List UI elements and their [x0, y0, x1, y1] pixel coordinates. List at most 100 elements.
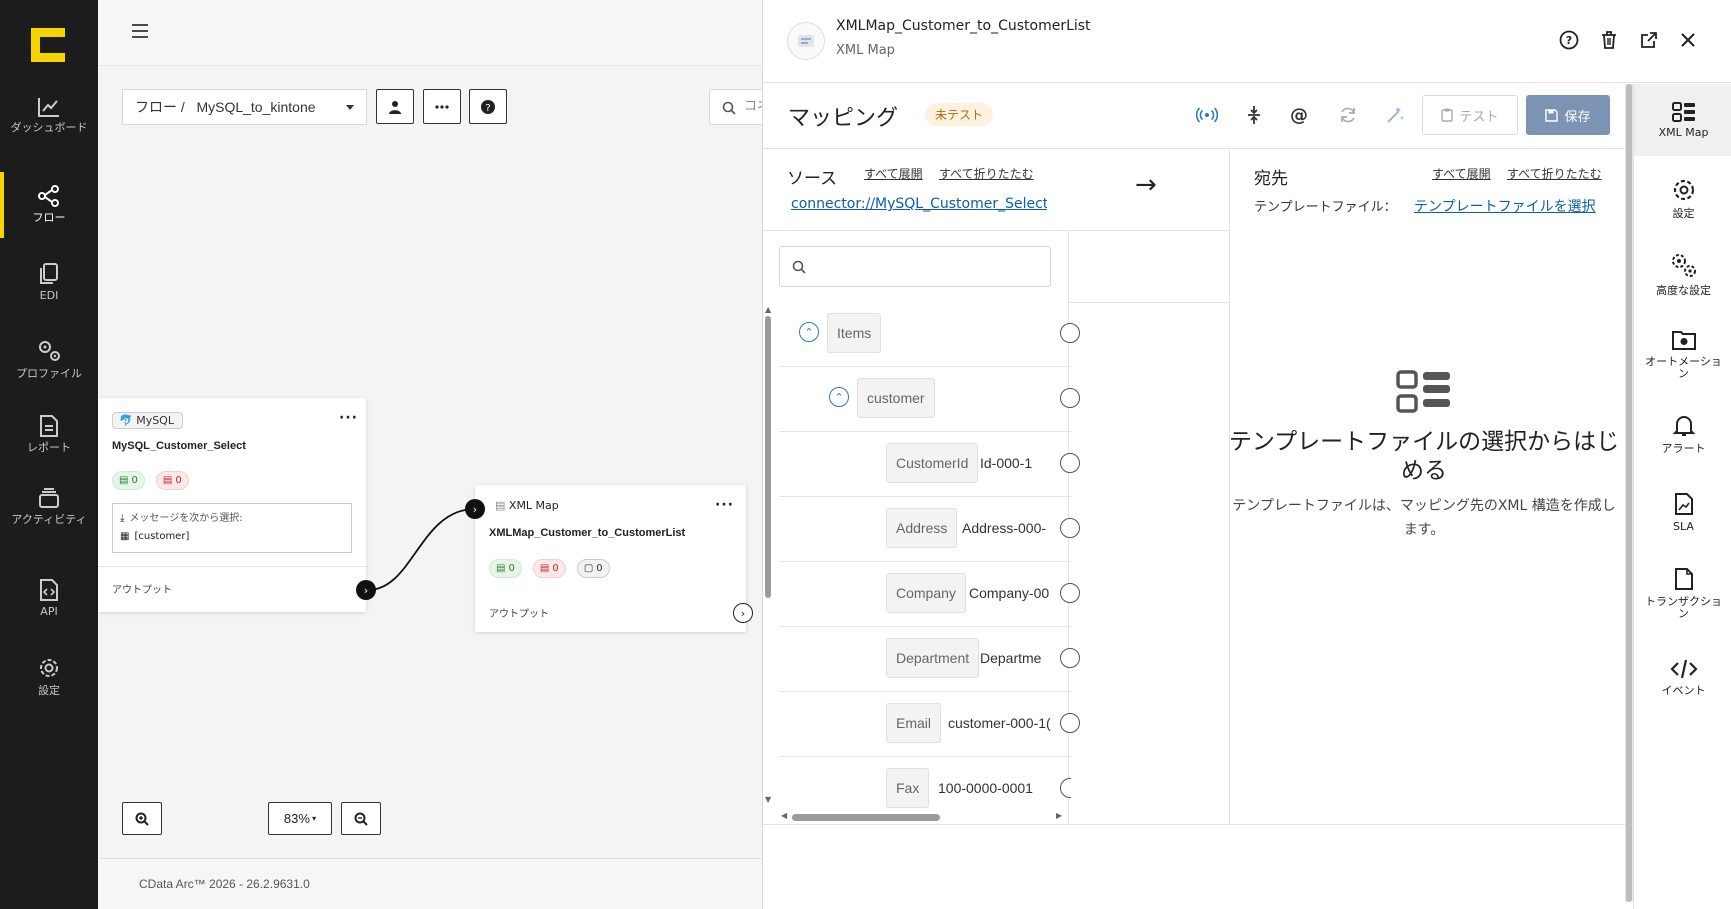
panel-vertical-scrollbar[interactable]: [1625, 84, 1633, 902]
tree-vertical-scrollbar[interactable]: [765, 316, 771, 598]
rnav-item-advanced-settings[interactable]: 高度な設定: [1634, 252, 1731, 297]
xmlmap-node-menu-icon[interactable]: ···: [715, 497, 734, 513]
zoom-level-select[interactable]: 83% ▾: [268, 802, 332, 835]
auto-map-button[interactable]: [1384, 104, 1406, 126]
nav-item-flow[interactable]: フロー: [0, 172, 98, 238]
mysql-output-port[interactable]: ›: [356, 580, 376, 600]
nav-item-api[interactable]: API: [0, 578, 98, 618]
source-expand-all-link[interactable]: すべて展開: [864, 165, 923, 182]
broadcast-button[interactable]: [1196, 104, 1218, 126]
tree-row-department[interactable]: Department Departme: [779, 627, 1080, 692]
file-lines-icon: [40, 415, 58, 437]
source-connector-link[interactable]: connector://MySQL_Customer_Select...: [791, 196, 1047, 212]
mapping-anchor[interactable]: [1060, 518, 1080, 538]
mapping-anchor[interactable]: [1060, 388, 1080, 408]
tree-row-customerid[interactable]: CustomerId Id-000-1: [779, 432, 1080, 497]
trash-icon[interactable]: [1599, 30, 1619, 50]
tree-row-items[interactable]: ⌃ Items: [779, 302, 1080, 367]
tree-row-customer[interactable]: ⌃ customer: [779, 367, 1080, 432]
scroll-down-icon[interactable]: ▼: [765, 795, 771, 804]
mapping-anchor[interactable]: [1060, 713, 1080, 733]
source-label: ソース: [787, 169, 838, 189]
mapping-anchor[interactable]: [1060, 778, 1071, 798]
destination-label: 宛先: [1254, 169, 1288, 189]
source-collapse-all-link[interactable]: すべて折りたたむ: [939, 165, 1034, 182]
nav-item-profile[interactable]: プロファイル: [0, 338, 98, 380]
rnav-item-settings[interactable]: 設定: [1634, 177, 1731, 220]
bell-icon: [1672, 416, 1695, 436]
external-link-icon[interactable]: [1639, 30, 1659, 50]
tree-row-company[interactable]: Company Company-00: [779, 562, 1080, 627]
collapse-toggle-icon[interactable]: ⌃: [829, 387, 849, 407]
nav-item-dashboard[interactable]: ダッシュボード: [0, 96, 98, 134]
code-icon: [1669, 659, 1698, 679]
rnav-item-sla[interactable]: SLA: [1634, 492, 1731, 533]
nav-item-report[interactable]: レポート: [0, 414, 98, 454]
scroll-left-icon[interactable]: ◀: [781, 811, 787, 820]
tree-row-address[interactable]: Address Address-000-: [779, 497, 1080, 562]
flow-canvas[interactable]: フロー / MySQL_to_kintone ? コネ 🐬 MySQL ···: [98, 0, 779, 909]
gear-icon: [1673, 179, 1694, 201]
refresh-button[interactable]: [1337, 104, 1359, 126]
tree-node-value: Address-000-: [962, 520, 1047, 536]
rnav-item-transaction[interactable]: トランザクション: [1634, 567, 1731, 620]
mysql-type-chip: 🐬 MySQL: [112, 412, 183, 429]
version-text: CData Arc™ 2026 - 26.2.9631.0: [139, 877, 310, 891]
zoom-out-button[interactable]: [341, 802, 381, 835]
close-icon[interactable]: [1678, 30, 1698, 50]
mysql-node-menu-icon[interactable]: ···: [339, 410, 358, 426]
at-sign-icon[interactable]: @: [1288, 104, 1310, 126]
file-chart-icon: [1674, 493, 1693, 515]
inbox-icon: ⤓: [120, 513, 125, 524]
left-nav: ダッシュボード フロー EDI プロファイル レポート アクティビティ API: [0, 0, 98, 909]
test-button[interactable]: テスト: [1422, 95, 1518, 135]
help-icon[interactable]: ?: [1559, 30, 1579, 50]
collapse-toggle-icon[interactable]: ⌃: [799, 322, 819, 342]
nav-label-settings: 設定: [38, 684, 60, 697]
rnav-item-xml-map[interactable]: XML Map: [1634, 84, 1731, 156]
connector-panel: XMLMap_Customer_to_CustomerList XML Map …: [762, 0, 1731, 909]
refresh-icon: [1341, 107, 1355, 123]
tree-node-name: Email: [886, 703, 942, 743]
mapping-anchor[interactable]: [1060, 323, 1080, 343]
empty-state-heading: テンプレートファイルの選択からはじめる: [1228, 429, 1620, 484]
mapping-anchor[interactable]: [1060, 648, 1080, 668]
nav-label-activity: アクティビティ: [11, 513, 87, 526]
scroll-right-icon[interactable]: ▶: [1056, 811, 1062, 820]
save-button[interactable]: 保存: [1526, 95, 1610, 135]
xml-map-icon: ▤: [495, 499, 506, 512]
nav-item-activity[interactable]: アクティビティ: [0, 486, 98, 526]
select-template-link[interactable]: テンプレートファイルを選択: [1414, 196, 1596, 216]
nav-label-dashboard: ダッシュボード: [10, 121, 88, 134]
chart-line-icon: [38, 98, 59, 117]
zoom-in-button[interactable]: [122, 802, 162, 835]
mapping-anchor[interactable]: [1060, 453, 1080, 473]
tree-row-email[interactable]: Email customer-000-1(: [779, 692, 1080, 757]
compress-button[interactable]: [1243, 104, 1265, 126]
xmlmap-node[interactable]: › ▤ XML Map ··· XMLMap_Customer_to_Custo…: [465, 485, 753, 632]
mysql-message-box[interactable]: ⤓ メッセージを次から選択: ▦ [customer]: [112, 503, 352, 553]
rnav-item-automation[interactable]: オートメーション: [1634, 329, 1731, 380]
rnav-item-alert[interactable]: アラート: [1634, 414, 1731, 455]
scroll-up-icon[interactable]: ▲: [765, 305, 771, 314]
file-error-icon: ▤: [162, 475, 173, 486]
xmlmap-success-badge: ▤ 0: [489, 559, 522, 578]
panel-header: XMLMap_Customer_to_CustomerList XML Map …: [763, 0, 1731, 83]
test-button-label: テスト: [1459, 109, 1499, 125]
source-search-input[interactable]: [779, 246, 1051, 287]
folder-gear-icon: [1671, 331, 1696, 350]
mapping-anchor[interactable]: [1060, 583, 1080, 603]
dest-collapse-all-link[interactable]: すべて折りたたむ: [1507, 165, 1602, 182]
empty-state-body: テンプレートファイルは、マッピング先のXML 構造を作成します。: [1232, 498, 1616, 538]
mysql-node[interactable]: 🐬 MySQL ··· MySQL_Customer_Select ▤ 0 ▤ 0 …: [98, 398, 376, 612]
tree-horizontal-scrollbar[interactable]: [792, 814, 940, 821]
svg-text:?: ?: [1566, 34, 1572, 47]
xmlmap-input-port[interactable]: ›: [465, 499, 485, 519]
dest-expand-all-link[interactable]: すべて展開: [1432, 165, 1491, 182]
nav-item-edi[interactable]: EDI: [0, 262, 98, 302]
xmlmap-output-port[interactable]: ›: [733, 603, 753, 623]
rnav-item-event[interactable]: イベント: [1634, 658, 1731, 697]
tree-row-fax[interactable]: Fax 100-0000-0001: [779, 757, 1071, 814]
nav-item-settings[interactable]: 設定: [0, 655, 98, 697]
zoom-in-icon: [135, 812, 149, 826]
